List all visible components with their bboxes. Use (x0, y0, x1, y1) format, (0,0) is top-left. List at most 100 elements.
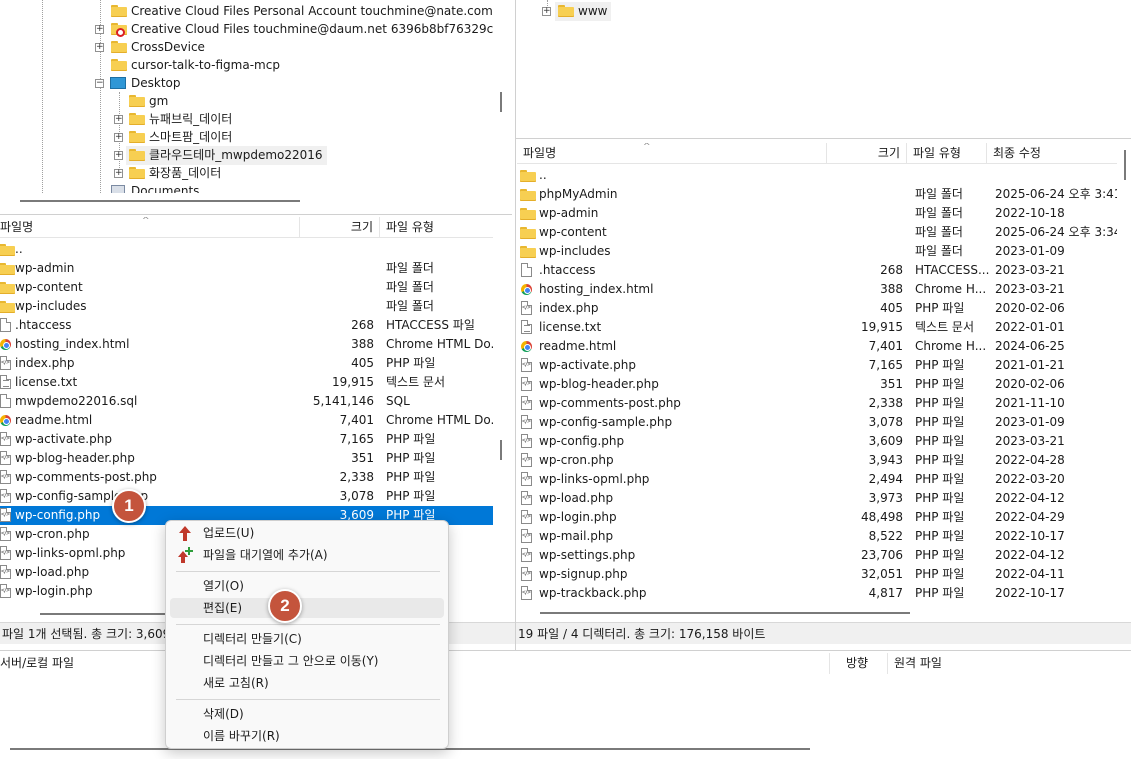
file-row[interactable]: </> wp-links-opml.php 2,494 PHP 파일 2022-03-2… (517, 470, 1117, 489)
queue-col-direction[interactable]: 방향 (840, 653, 888, 674)
expand-icon[interactable]: + (114, 133, 123, 142)
file-row[interactable]: </> wp-settings.php 23,706 PHP 파일 2022-04-12 (517, 546, 1117, 565)
file-size: 7,401 (339, 413, 374, 427)
file-row[interactable]: wp-includes 파일 폴더 2023-01-09 (517, 242, 1117, 261)
menu-mkdir[interactable]: 디렉터리 만들기(C) (170, 629, 444, 649)
file-row[interactable]: </> wp-mail.php 8,522 PHP 파일 2022-10-17 (517, 527, 1117, 546)
remote-tree-pane[interactable]: + www (517, 0, 1131, 135)
menu-rename[interactable]: 이름 바꾸기(R) (170, 726, 444, 746)
file-row[interactable]: wp-admin 파일 폴더 (0, 259, 493, 278)
file-modified: 2023-03-21 (995, 282, 1065, 296)
file-row[interactable]: </> wp-blog-header.php 351 PHP 파일 (0, 449, 493, 468)
file-row[interactable]: readme.html 7,401 Chrome H... 2024-06-25 (517, 337, 1117, 356)
file-row[interactable]: </> wp-config.php 3,609 PHP 파일 2023-03-21 (517, 432, 1117, 451)
file-row[interactable]: .. (517, 166, 1117, 185)
remote-list-hscroll[interactable] (540, 612, 910, 614)
chrome-html-icon (521, 341, 532, 352)
file-row[interactable]: hosting_index.html 388 Chrome HTML Do.. (0, 335, 493, 354)
file-row[interactable]: wp-admin 파일 폴더 2022-10-18 (517, 204, 1117, 223)
file-name: wp-admin (539, 206, 599, 220)
step-badge-2: 2 (268, 589, 302, 623)
php-file-icon: </> (0, 584, 11, 598)
file-row[interactable]: readme.html 7,401 Chrome HTML Do.. (0, 411, 493, 430)
expand-icon[interactable]: + (95, 43, 104, 52)
file-name: wp-cron.php (15, 527, 90, 541)
creative-cloud-icon (116, 28, 125, 37)
collapse-icon[interactable]: − (95, 79, 104, 88)
file-row[interactable]: </> wp-signup.php 32,051 PHP 파일 2022-04-11 (517, 565, 1117, 584)
file-size: 3,973 (868, 491, 903, 505)
file-row[interactable]: </> wp-config-sample.php 3,078 PHP 파일 2023-0… (517, 413, 1117, 432)
file-row[interactable]: </> wp-comments-post.php 2,338 PHP 파일 (0, 468, 493, 487)
menu-separator (176, 571, 440, 572)
remote-tree-vscroll[interactable] (500, 92, 502, 112)
file-type: 파일 폴더 (386, 261, 434, 275)
col-header-name[interactable]: 파일명 (517, 143, 827, 164)
file-row[interactable]: hosting_index.html 388 Chrome H... 2023-03-… (517, 280, 1117, 299)
expand-icon[interactable]: + (95, 25, 104, 34)
col-header-size[interactable]: 크기 (300, 217, 380, 238)
file-type: 파일 폴더 (915, 187, 963, 201)
file-row[interactable]: license.txt 19,915 텍스트 문서 (0, 373, 493, 392)
col-header-type[interactable]: 파일 유형 (907, 143, 987, 164)
expand-icon[interactable]: + (542, 7, 551, 16)
remote-file-list[interactable]: 파일명 ^ 크기 파일 유형 최종 수정 .. phpMyAdmin 파일 폴더 20… (517, 143, 1117, 605)
col-header-size[interactable]: 크기 (827, 143, 907, 164)
file-row[interactable]: </> index.php 405 PHP 파일 (0, 354, 493, 373)
file-row[interactable]: .htaccess 268 HTACCESS... 2023-03-21 (517, 261, 1117, 280)
file-type: 텍스트 문서 (386, 375, 446, 389)
queue-col-remote[interactable]: 원격 파일 (888, 653, 1131, 674)
file-row[interactable]: </> wp-comments-post.php 2,338 PHP 파일 2021-1… (517, 394, 1117, 413)
file-row[interactable]: license.txt 19,915 텍스트 문서 2022-01-01 (517, 318, 1117, 337)
file-size: 4,817 (868, 586, 903, 600)
file-row[interactable]: </> wp-cron.php 3,943 PHP 파일 2022-04-28 (517, 451, 1117, 470)
file-row[interactable]: </> index.php 405 PHP 파일 2020-02-06 (517, 299, 1117, 318)
file-row[interactable]: </> wp-activate.php 7,165 PHP 파일 2021-01-21 (517, 356, 1117, 375)
file-type: 파일 폴더 (915, 225, 963, 239)
file-row[interactable]: wp-includes 파일 폴더 (0, 297, 493, 316)
expand-icon[interactable]: + (114, 169, 123, 178)
tree-item-www[interactable]: www (555, 2, 612, 21)
file-row[interactable]: </> wp-blog-header.php 351 PHP 파일 2020-02-06 (517, 375, 1117, 394)
menu-open[interactable]: 열기(O) (170, 576, 444, 596)
menu-mkdir-enter[interactable]: 디렉터리 만들고 그 안으로 이동(Y) (170, 651, 444, 671)
file-type: HTACCESS 파일 (386, 318, 475, 332)
file-row[interactable]: phpMyAdmin 파일 폴더 2025-06-24 오후 3:41 (517, 185, 1117, 204)
local-list-vscroll[interactable] (500, 440, 502, 460)
file-row[interactable]: </> wp-activate.php 7,165 PHP 파일 (0, 430, 493, 449)
col-header-type[interactable]: 파일 유형 (380, 217, 493, 238)
file-row[interactable]: wp-content 파일 폴더 2025-06-24 오후 3:34 (517, 223, 1117, 242)
menu-add-to-queue[interactable]: 파일을 대기열에 추가(A) (170, 545, 444, 565)
expand-icon[interactable]: + (114, 151, 123, 160)
file-row[interactable]: wp-content 파일 폴더 (0, 278, 493, 297)
col-header-modified[interactable]: 최종 수정 (987, 143, 1117, 164)
file-modified: 2024-06-25 (995, 339, 1065, 353)
local-tree-hscroll[interactable] (20, 200, 300, 202)
menu-refresh[interactable]: 새로 고침(R) (170, 673, 444, 693)
file-row[interactable]: </> wp-config-sample.php 3,078 PHP 파일 (0, 487, 493, 506)
col-header-name[interactable]: 파일명 (0, 217, 300, 238)
file-type: PHP 파일 (915, 453, 965, 467)
file-size: 8,522 (868, 529, 903, 543)
file-row[interactable]: mwpdemo22016.sql 5,141,146 SQL (0, 392, 493, 411)
file-row[interactable]: .. (0, 240, 493, 259)
menu-delete[interactable]: 삭제(D) (170, 704, 444, 724)
file-size: 388 (880, 282, 903, 296)
expand-icon[interactable]: + (114, 115, 123, 124)
file-modified: 2022-10-17 (995, 529, 1065, 543)
file-name: wp-comments-post.php (15, 470, 157, 484)
file-modified: 2022-10-17 (995, 586, 1065, 600)
file-type: PHP 파일 (915, 472, 965, 486)
file-name: .htaccess (15, 318, 72, 332)
step-badge-1: 1 (112, 489, 146, 523)
menu-edit[interactable]: 편집(E) (170, 598, 444, 618)
menu-upload[interactable]: 업로드(U) (170, 523, 444, 543)
tree-item-cloudtheme[interactable]: 클라우드테마_mwpdemo22016 (126, 146, 327, 165)
file-row[interactable]: .htaccess 268 HTACCESS 파일 (0, 316, 493, 335)
file-type: 파일 폴더 (386, 299, 434, 313)
file-row[interactable]: </> wp-load.php 3,973 PHP 파일 2022-04-12 (517, 489, 1117, 508)
remote-list-vscroll[interactable] (1124, 150, 1126, 180)
file-row[interactable]: </> wp-login.php 48,498 PHP 파일 2022-04-29 (517, 508, 1117, 527)
local-tree-pane[interactable]: Creative Cloud Files Personal Account to… (0, 0, 493, 193)
file-row[interactable]: </> wp-trackback.php 4,817 PHP 파일 2022-10-17 (517, 584, 1117, 603)
